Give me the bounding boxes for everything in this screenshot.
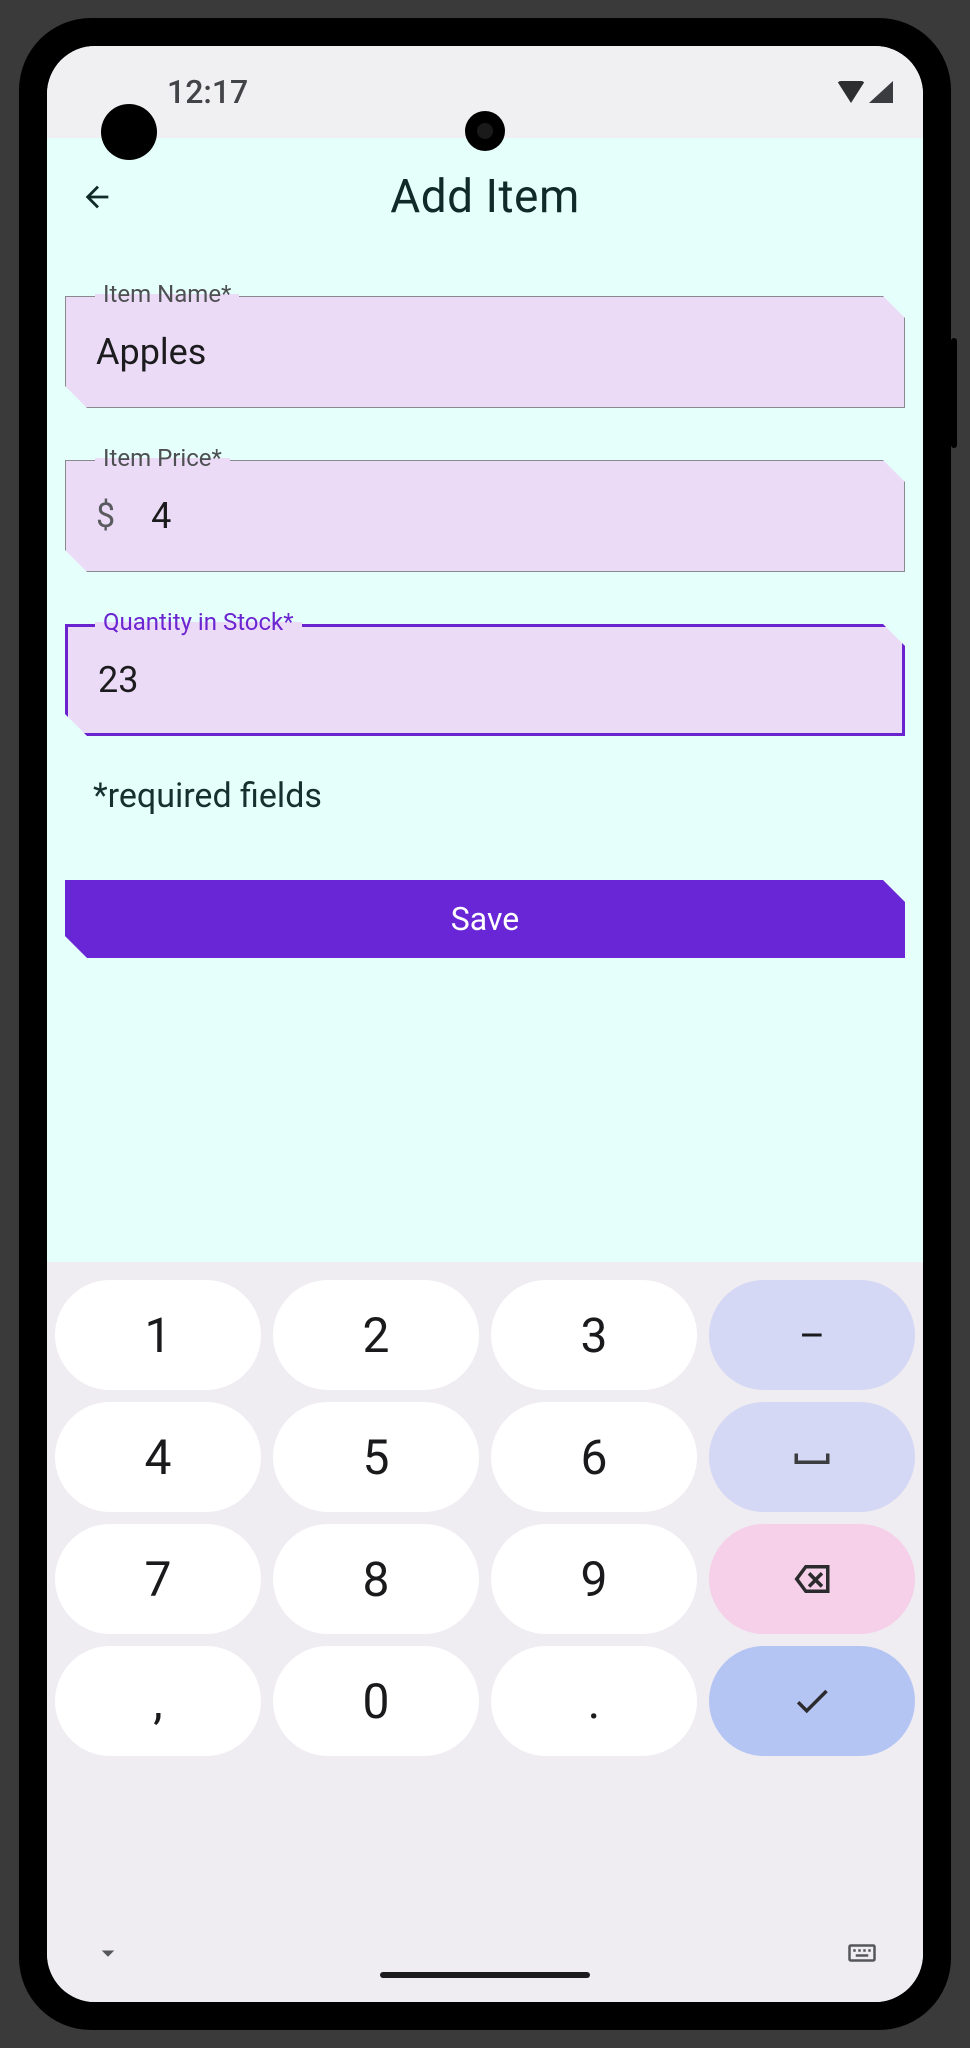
key-comma[interactable]: , [55,1646,261,1756]
add-item-form: Item Name* Item Price* $ Quantity in Sto… [47,256,923,958]
page-title: Add Item [47,170,923,224]
key-0[interactable]: 0 [273,1646,479,1756]
arrow-left-icon [80,180,114,214]
numeric-keyboard: 1 2 3 – 4 5 6 7 8 9 [47,1262,923,2002]
item-price-label: Item Price* [95,446,230,470]
required-hint: *required fields [65,776,905,816]
wifi-icon [837,81,865,103]
item-price-field[interactable]: $ [65,460,905,572]
space-icon [791,1436,833,1478]
home-indicator[interactable] [380,1972,590,1978]
keyboard-toolbar [47,1916,923,2002]
app-header: Add Item [47,138,923,256]
item-name-input[interactable] [96,331,874,373]
back-button[interactable] [67,167,127,227]
key-9[interactable]: 9 [491,1524,697,1634]
check-icon [791,1680,833,1722]
collapse-keyboard-button[interactable] [93,1938,123,1972]
status-time: 12:17 [167,73,248,111]
save-button-label: Save [451,900,519,938]
backspace-icon [791,1558,833,1600]
item-name-label: Item Name* [95,282,239,306]
phone-screen: 12:17 Add Item Item Name* [47,46,923,2002]
key-enter[interactable] [709,1646,915,1756]
key-dash[interactable]: – [709,1280,915,1390]
key-8[interactable]: 8 [273,1524,479,1634]
key-5[interactable]: 5 [273,1402,479,1512]
camera-notch [465,111,505,151]
quantity-label: Quantity in Stock* [95,610,302,634]
quantity-input[interactable] [98,659,872,701]
quantity-field-wrap: Quantity in Stock* [65,624,905,736]
keyboard-icon [847,1938,877,1968]
quantity-field[interactable] [65,624,905,736]
key-backspace[interactable] [709,1524,915,1634]
key-3[interactable]: 3 [491,1280,697,1390]
item-name-field[interactable] [65,296,905,408]
key-7[interactable]: 7 [55,1524,261,1634]
save-button[interactable]: Save [65,880,905,958]
item-price-field-wrap: Item Price* $ [65,460,905,572]
key-6[interactable]: 6 [491,1402,697,1512]
item-name-field-wrap: Item Name* [65,296,905,408]
cell-signal-icon [869,81,893,103]
chevron-down-icon [93,1938,123,1968]
key-2[interactable]: 2 [273,1280,479,1390]
key-1[interactable]: 1 [55,1280,261,1390]
currency-prefix: $ [96,496,115,536]
key-space[interactable] [709,1402,915,1512]
keyboard-settings-button[interactable] [847,1938,877,1972]
item-price-input[interactable] [151,495,874,537]
key-dot[interactable]: . [491,1646,697,1756]
key-4[interactable]: 4 [55,1402,261,1512]
